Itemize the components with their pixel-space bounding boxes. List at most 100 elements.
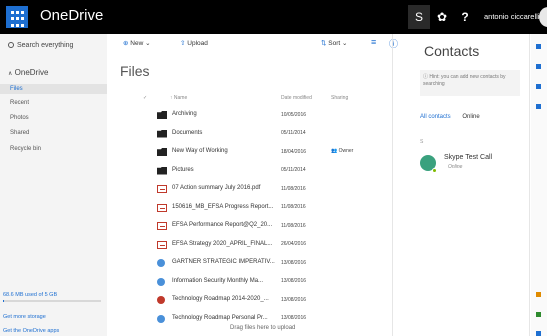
- nav-item-photos[interactable]: Photos: [10, 115, 29, 121]
- date-modified: 13/08/2016: [281, 315, 307, 321]
- top-bar: OneDrive S ✿ ? antonio ciccarelli: [0, 0, 547, 34]
- rail-icon[interactable]: [536, 84, 541, 89]
- command-bar: ⊕ New ⌄ ⇧ Upload ⇅ Sort ⌄ ≡ ⓘ: [107, 34, 398, 52]
- user-avatar[interactable]: [539, 7, 547, 27]
- nav-root-onedrive[interactable]: ∧ OneDrive: [8, 68, 48, 77]
- divider: [529, 34, 530, 336]
- file-name[interactable]: Technology Roadmap 2014-2020_...: [172, 296, 269, 302]
- file-name[interactable]: 150616_MB_EFSA Progress Report...: [172, 204, 273, 210]
- table-row[interactable]: Documents 05/11/2014: [157, 128, 387, 140]
- file-name[interactable]: GARTNER STRATEGIC IMPERATIV...: [172, 259, 275, 265]
- get-apps-link[interactable]: Get the OneDrive apps: [3, 328, 59, 334]
- app-title[interactable]: OneDrive: [40, 7, 103, 24]
- tab-all-contacts[interactable]: All contacts: [420, 114, 451, 120]
- date-modified: 26/04/2016: [281, 241, 307, 247]
- contact-group-letter: S: [420, 139, 424, 145]
- folder-icon: [157, 148, 167, 156]
- date-modified: 05/11/2014: [281, 130, 306, 136]
- nav-item-shared[interactable]: Shared: [10, 130, 29, 136]
- sort-icon: ⇅: [321, 40, 327, 47]
- shortcut-icon: [157, 296, 165, 304]
- pdf-icon: [157, 240, 167, 249]
- pdf-icon: [157, 222, 167, 230]
- drag-hint: Drag files here to upload: [230, 325, 296, 331]
- table-row[interactable]: Archiving 10/05/2016: [157, 109, 387, 121]
- online-status-icon: [432, 168, 437, 173]
- table-row[interactable]: GARTNER STRATEGIC IMPERATIV... 13/08/2016: [157, 257, 387, 269]
- date-modified: 05/11/2014: [281, 167, 306, 173]
- table-row[interactable]: EFSA Strategy 2020_APRIL_FINAL... 26/04/2…: [157, 239, 387, 251]
- tab-online[interactable]: Online: [462, 114, 479, 120]
- contacts-title: Contacts: [424, 43, 480, 59]
- table-row[interactable]: 07 Action summary July 2016.pdf 11/08/201…: [157, 183, 387, 195]
- rail-icon[interactable]: [536, 44, 541, 49]
- page-title: Files: [120, 63, 150, 79]
- chevron-down-icon: ⌄: [145, 40, 151, 47]
- file-name[interactable]: New Way of Working: [172, 148, 228, 154]
- date-modified: 11/08/2016: [281, 185, 306, 192]
- new-button[interactable]: ⊕ New ⌄: [123, 39, 151, 47]
- contact-name[interactable]: Skype Test Call: [444, 154, 492, 161]
- date-modified: 13/08/2016: [281, 278, 307, 284]
- sharing-status: 👥 Owner: [331, 148, 354, 154]
- file-name[interactable]: EFSA Performance Report@Q2_20...: [172, 222, 272, 228]
- divider: [392, 34, 393, 336]
- file-name[interactable]: Technology Roadmap Personal Pr...: [172, 315, 268, 321]
- get-more-storage-link[interactable]: Get more storage: [3, 314, 46, 320]
- help-icon[interactable]: ?: [454, 5, 476, 29]
- table-row[interactable]: Technology Roadmap 2014-2020_... 13/08/20…: [157, 294, 387, 306]
- file-name[interactable]: EFSA Strategy 2020_APRIL_FINAL...: [172, 241, 272, 247]
- storage-usage[interactable]: 68.6 MB used of 5 GB: [3, 292, 57, 298]
- skype-icon[interactable]: S: [408, 5, 430, 29]
- rail-icon[interactable]: [536, 292, 541, 297]
- search-icon: [8, 42, 14, 48]
- plus-icon: ⊕: [123, 40, 129, 47]
- file-name[interactable]: Archiving: [172, 111, 197, 117]
- shortcut-icon: [157, 277, 165, 286]
- table-row[interactable]: Technology Roadmap Personal Pr... 13/08/2…: [157, 313, 387, 325]
- rail-icon[interactable]: [536, 331, 541, 336]
- select-all-checkbox[interactable]: ✓: [143, 95, 147, 101]
- upload-icon: ⇧: [180, 40, 186, 47]
- file-name[interactable]: Information Security Monthly Ma...: [172, 278, 263, 284]
- rail-icon[interactable]: [536, 64, 541, 69]
- pdf-icon: [157, 185, 167, 193]
- date-modified: 13/08/2016: [281, 259, 307, 266]
- date-modified: 18/04/2016: [281, 148, 307, 155]
- user-name[interactable]: antonio ciccarelli: [484, 12, 539, 21]
- nav-item-recycle-bin[interactable]: Recycle bin: [10, 146, 41, 152]
- table-row[interactable]: New Way of Working 18/04/2016 👥 Owner: [157, 146, 387, 158]
- rail-icon[interactable]: [536, 104, 541, 109]
- column-header-date[interactable]: Date modified: [281, 95, 312, 101]
- view-list-icon[interactable]: ≡: [371, 37, 376, 47]
- storage-bar-fill: [3, 300, 5, 302]
- table-row[interactable]: Pictures 05/11/2014: [157, 165, 387, 177]
- contacts-hint: ⓘ Hint: you can add new contacts by sear…: [420, 70, 520, 96]
- folder-icon: [157, 166, 167, 175]
- rail-icon[interactable]: [536, 312, 541, 317]
- contacts-tabs: All contacts Online: [420, 114, 480, 120]
- date-modified: 11/08/2016: [281, 204, 306, 210]
- info-icon[interactable]: ⓘ: [389, 37, 398, 50]
- column-header-sharing[interactable]: Sharing: [331, 95, 348, 101]
- column-header-name[interactable]: ↑ Name: [170, 95, 187, 101]
- search-box[interactable]: Search everything: [8, 41, 73, 49]
- right-rail: [531, 34, 547, 336]
- waffle-icon[interactable]: [6, 6, 28, 28]
- gear-icon[interactable]: ✿: [431, 5, 453, 29]
- folder-icon: [157, 129, 167, 138]
- date-modified: 13/08/2016: [281, 296, 307, 303]
- pdf-icon: [157, 203, 167, 212]
- file-name[interactable]: Pictures: [172, 167, 194, 173]
- file-name[interactable]: Documents: [172, 130, 202, 136]
- table-row[interactable]: 150616_MB_EFSA Progress Report... 11/08/2…: [157, 202, 387, 214]
- onedrive-window: OneDrive S ✿ ? antonio ciccarelli Search…: [0, 0, 547, 336]
- nav-item-recent[interactable]: Recent: [10, 100, 29, 106]
- table-row[interactable]: EFSA Performance Report@Q2_20... 11/08/20…: [157, 220, 387, 232]
- upload-button[interactable]: ⇧ Upload: [180, 39, 208, 47]
- file-name[interactable]: 07 Action summary July 2016.pdf: [172, 185, 260, 191]
- chevron-down-icon: ⌄: [342, 40, 348, 47]
- nav-item-files[interactable]: Files: [0, 84, 107, 94]
- table-row[interactable]: Information Security Monthly Ma... 13/08/…: [157, 276, 387, 288]
- sort-button[interactable]: ⇅ Sort ⌄: [321, 39, 347, 47]
